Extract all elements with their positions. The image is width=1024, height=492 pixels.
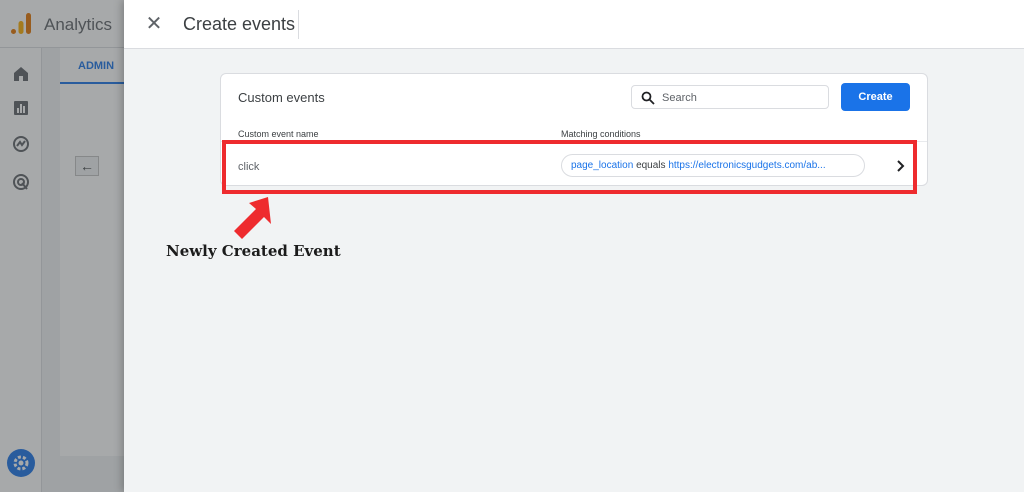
search-icon [641,91,655,105]
close-icon[interactable]: ✕ [142,12,166,36]
column-header-matching-conditions: Matching conditions [561,129,641,139]
annotation-arrow-icon [234,197,271,239]
sheet-title: Create events [183,14,296,34]
card-title: Custom events [238,90,325,105]
header-divider [298,10,299,39]
highlight-box [222,140,917,194]
create-button[interactable]: Create [841,83,910,111]
search-input[interactable] [662,89,822,107]
search-box[interactable] [631,85,829,109]
sheet-header: ✕ Create events [124,0,1024,49]
background-scrim [0,0,124,492]
annotation-label: Newly Created Event [166,242,341,260]
column-header-event-name: Custom event name [238,129,319,139]
